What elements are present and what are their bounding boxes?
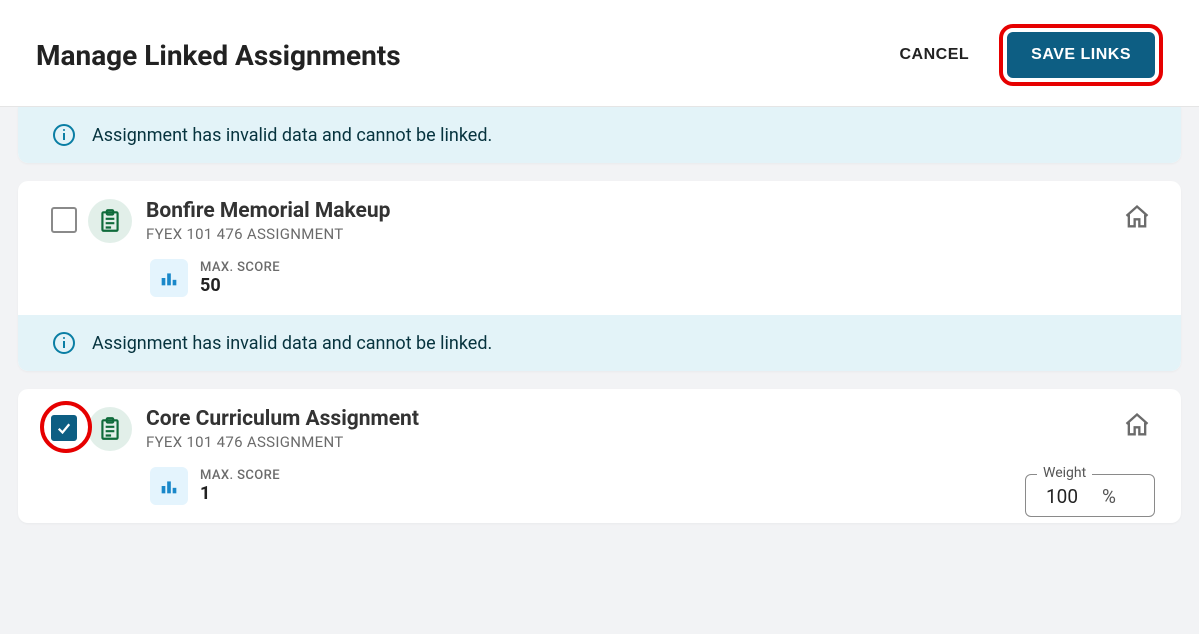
score-text: MAX. SCORE 1 [200, 468, 280, 504]
invalid-message: Assignment has invalid data and cannot b… [92, 125, 492, 146]
save-button-highlight: SAVE LINKS [999, 24, 1163, 86]
info-icon [52, 331, 76, 355]
assignment-body: Core Curriculum Assignment FYEX 101 476 … [146, 407, 1159, 451]
save-links-button[interactable]: SAVE LINKS [1007, 32, 1155, 78]
assignment-checkbox[interactable] [51, 207, 77, 233]
score-text: MAX. SCORE 50 [200, 260, 280, 296]
assignment-subtitle: FYEX 101 476 ASSIGNMENT [146, 225, 1159, 243]
clipboard-icon [88, 199, 132, 243]
dialog-header: Manage Linked Assignments CANCEL SAVE LI… [0, 0, 1199, 107]
page-title: Manage Linked Assignments [36, 39, 401, 72]
max-score-label: MAX. SCORE [200, 468, 280, 483]
weight-value: 100 [1046, 485, 1078, 508]
checkbox-wrapper [40, 407, 88, 441]
info-icon [52, 123, 76, 147]
assignment-card: Bonfire Memorial Makeup FYEX 101 476 ASS… [18, 181, 1181, 371]
home-icon[interactable] [1123, 203, 1151, 235]
bar-chart-icon [150, 467, 188, 505]
score-row: MAX. SCORE 50 [18, 253, 1181, 315]
assignment-card: Core Curriculum Assignment FYEX 101 476 … [18, 389, 1181, 523]
score-row: MAX. SCORE 1 [18, 461, 1181, 523]
weight-field-wrapper: Weight 100 % [1025, 474, 1155, 517]
assignment-checkbox[interactable] [51, 415, 77, 441]
assignment-body: Bonfire Memorial Makeup FYEX 101 476 ASS… [146, 199, 1159, 243]
assignment-row: Bonfire Memorial Makeup FYEX 101 476 ASS… [18, 181, 1181, 253]
clipboard-icon [88, 407, 132, 451]
content-area: Assignment has invalid data and cannot b… [0, 107, 1199, 523]
max-score-label: MAX. SCORE [200, 260, 280, 275]
header-actions: CANCEL SAVE LINKS [894, 24, 1164, 86]
invalid-message: Assignment has invalid data and cannot b… [92, 333, 492, 354]
bar-chart-icon [150, 259, 188, 297]
max-score-value: 1 [200, 483, 280, 504]
max-score-value: 50 [200, 275, 280, 296]
assignment-card: Assignment has invalid data and cannot b… [18, 107, 1181, 163]
checkbox-wrapper [40, 199, 88, 233]
assignment-title: Core Curriculum Assignment [146, 407, 1159, 431]
home-icon[interactable] [1123, 411, 1151, 443]
assignment-subtitle: FYEX 101 476 ASSIGNMENT [146, 433, 1159, 451]
weight-label: Weight [1037, 465, 1092, 481]
invalid-banner: Assignment has invalid data and cannot b… [18, 107, 1181, 163]
assignment-row: Core Curriculum Assignment FYEX 101 476 … [18, 389, 1181, 461]
weight-unit: % [1102, 485, 1116, 508]
cancel-button[interactable]: CANCEL [894, 45, 976, 65]
invalid-banner: Assignment has invalid data and cannot b… [18, 315, 1181, 371]
assignment-title: Bonfire Memorial Makeup [146, 199, 1159, 223]
